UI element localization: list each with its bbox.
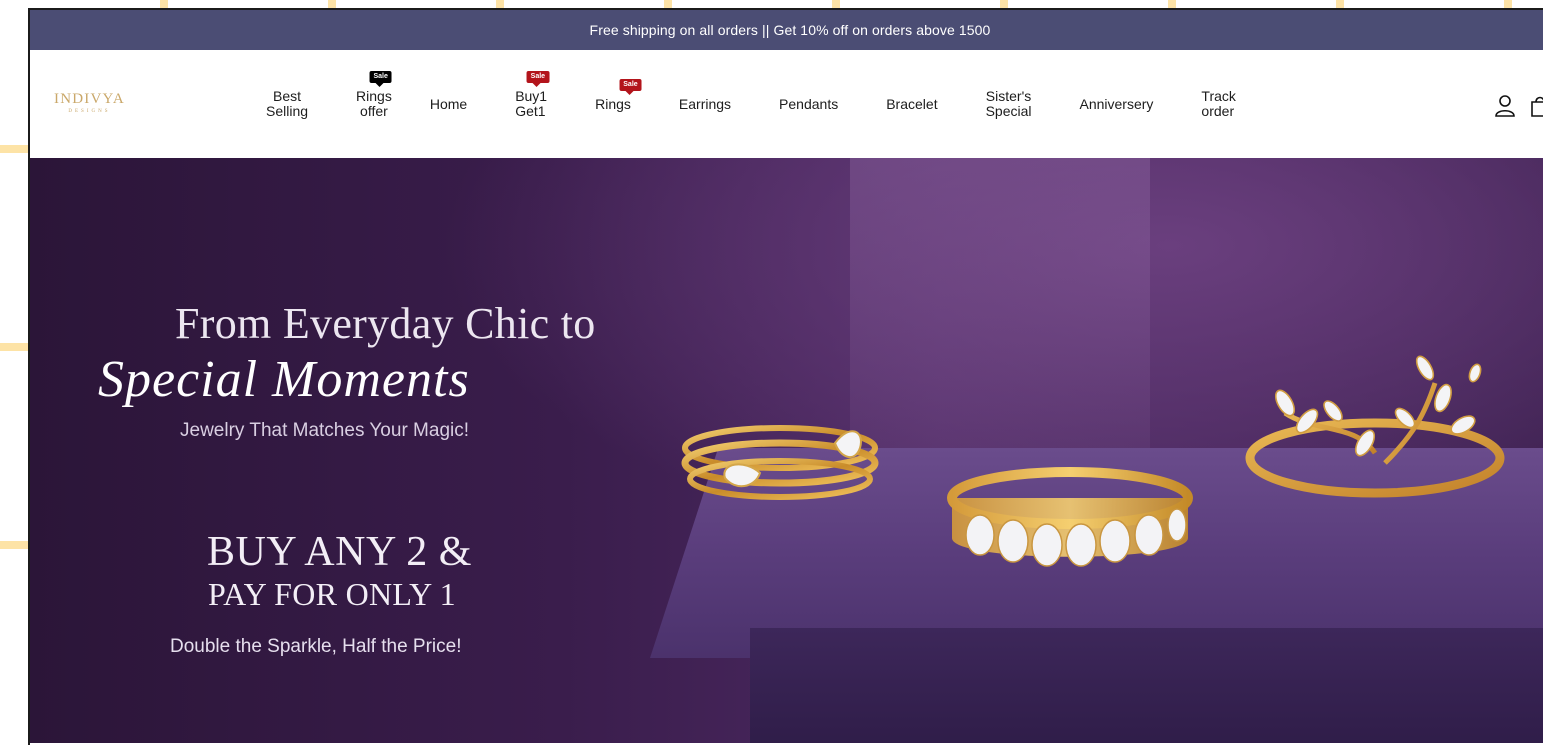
nav-item-sisters-special[interactable]: Sister's Special — [986, 89, 1032, 119]
hero-line1: From Everyday Chic to — [175, 299, 596, 348]
nav-item-buy1get1[interactable]: Sale Buy1 Get1 — [515, 71, 550, 119]
nav-label: Anniversery — [1079, 95, 1154, 112]
nav-label: Best — [273, 88, 302, 104]
nav-label: Get1 — [515, 103, 546, 119]
nav-label: Rings — [356, 88, 392, 104]
nav-label: Bracelet — [886, 95, 938, 112]
nav-label: Track — [1201, 88, 1236, 104]
eternity-ring-image — [947, 467, 1193, 567]
nav-item-pendants[interactable]: Pendants — [779, 95, 839, 112]
account-icon[interactable] — [1494, 94, 1516, 118]
sale-badge: Sale — [369, 71, 392, 87]
sale-badge: Sale — [619, 78, 642, 95]
nav-item-best-selling[interactable]: Best Selling — [266, 89, 308, 119]
sale-badge: Sale — [526, 71, 550, 87]
nav-item-earrings[interactable]: Earrings — [678, 95, 732, 112]
nav-label: Buy1 — [515, 88, 548, 104]
nav-item-track-order[interactable]: Track order — [1201, 89, 1235, 119]
hero-banner[interactable]: From Everyday Chic to Special Moments Je… — [30, 158, 1543, 743]
nav-label: Home — [429, 95, 468, 112]
nav-label: Pendants — [779, 95, 839, 112]
announcement-text: Free shipping on all orders || Get 10% o… — [589, 22, 991, 38]
logo-name: INDIVYA — [54, 91, 125, 107]
main-nav: Best Selling Sale Rings offer Home Sale … — [266, 50, 1272, 158]
nav-item-rings[interactable]: Sale Rings — [595, 78, 642, 112]
leaf-ring-image — [1245, 355, 1505, 498]
nav-label: order — [1201, 103, 1235, 119]
spiral-ring-image — [681, 425, 879, 500]
nav-item-bracelet[interactable]: Bracelet — [886, 95, 938, 112]
nav-label: Sister's — [985, 88, 1032, 104]
header-icons — [1494, 94, 1543, 118]
hero-line3: Jewelry That Matches Your Magic! — [180, 420, 470, 441]
offer-line2: PAY FOR ONLY 1 — [208, 576, 456, 612]
nav-label: Rings — [595, 95, 631, 112]
offer-line1: BUY ANY 2 & — [207, 529, 472, 575]
announcement-bar: Free shipping on all orders || Get 10% o… — [30, 10, 1543, 50]
nav-item-home[interactable]: Home — [429, 95, 468, 112]
nav-item-anniversery[interactable]: Anniversery — [1079, 95, 1154, 112]
pedestal-front — [750, 628, 1543, 743]
nav-label: Special — [985, 103, 1032, 119]
logo[interactable]: INDIVYA DESIGNS — [54, 91, 125, 115]
nav-label: Selling — [266, 103, 309, 119]
site-header: INDIVYA DESIGNS Best Selling Sale Rings … — [30, 50, 1543, 158]
cart-icon[interactable] — [1530, 94, 1543, 118]
hero-line2: Special Moments — [98, 351, 470, 408]
nav-label: Earrings — [678, 95, 732, 112]
nav-item-rings-offer[interactable]: Sale Rings offer — [356, 71, 392, 119]
offer-line3: Double the Sparkle, Half the Price! — [170, 636, 462, 657]
site-frame: Free shipping on all orders || Get 10% o… — [28, 8, 1543, 745]
nav-label: offer — [360, 103, 388, 119]
logo-sub: DESIGNS — [68, 109, 111, 114]
